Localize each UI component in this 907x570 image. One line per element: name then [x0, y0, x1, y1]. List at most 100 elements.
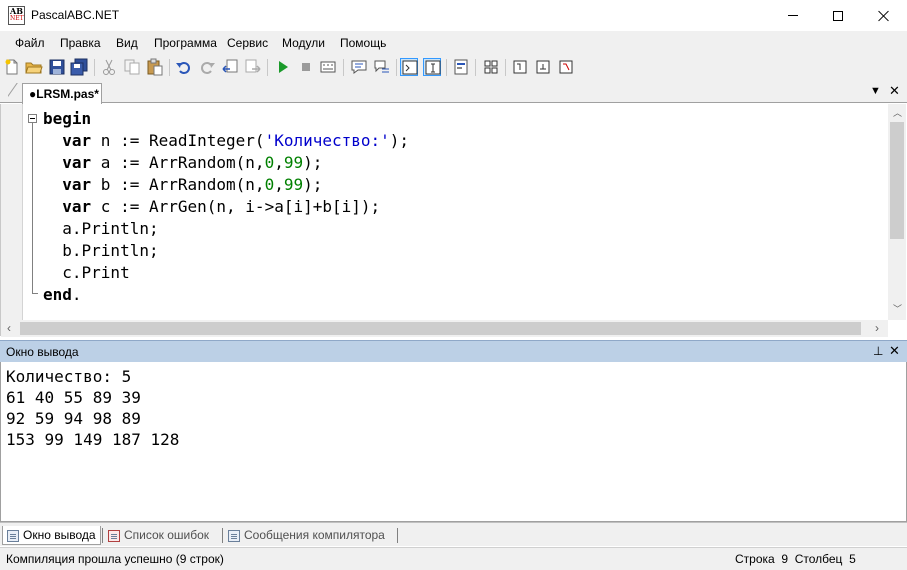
- form-designer-button[interactable]: [452, 58, 470, 76]
- toolbar-separator: [267, 59, 268, 76]
- code-templates-button[interactable]: [482, 58, 500, 76]
- code-token: a := ArrRandom(n,: [91, 153, 265, 172]
- tab-list-dropdown-icon[interactable]: ▼: [870, 85, 881, 97]
- scroll-up-icon[interactable]: ︿: [893, 108, 902, 118]
- close-tab-icon[interactable]: ✕: [889, 83, 900, 99]
- code-token: 99: [283, 153, 304, 172]
- tab-separator: [222, 528, 223, 543]
- save-all-button[interactable]: [70, 58, 88, 76]
- program-output: Количество: 5 61 40 55 89 39 92 59 94 98 8…: [6, 366, 179, 450]
- menu-modules[interactable]: Модули: [282, 36, 325, 50]
- new-file-button[interactable]: [3, 58, 21, 76]
- compile-button[interactable]: [319, 58, 337, 76]
- tab-error-list[interactable]: Список ошибок: [104, 526, 213, 545]
- scroll-left-icon[interactable]: ‹: [7, 322, 11, 334]
- comment-icon: [351, 60, 367, 74]
- fold-collapse-icon[interactable]: [28, 114, 37, 123]
- code-editor[interactable]: begin var n := ReadInteger('Количество:'…: [0, 104, 907, 337]
- horizontal-scroll-thumb[interactable]: [20, 322, 861, 335]
- code-token: .: [71, 285, 82, 304]
- code-token: 'Количество:': [264, 131, 390, 150]
- toolbar-separator: [343, 59, 344, 76]
- debug-step-over-button[interactable]: [534, 58, 552, 76]
- save-button[interactable]: [48, 58, 66, 76]
- navigate-forward-button[interactable]: [244, 58, 262, 76]
- copy-button[interactable]: [123, 58, 141, 76]
- compile-status: Компиляция прошла успешно (9 строк): [6, 552, 224, 566]
- maximize-button[interactable]: [815, 0, 861, 31]
- text-cursor-icon: [425, 60, 441, 75]
- toolbar-separator: [475, 59, 476, 76]
- navigate-back-button[interactable]: [221, 58, 239, 76]
- undo-icon: [176, 62, 190, 74]
- output-line: 61 40 55 89 39: [6, 388, 141, 407]
- text-editor-toggle[interactable]: [423, 58, 441, 76]
- menu-program[interactable]: Программа: [154, 36, 217, 50]
- output-line: 153 99 149 187 128: [6, 430, 180, 449]
- vertical-scroll-thumb[interactable]: [890, 122, 904, 239]
- code-line: a.Println;: [43, 218, 409, 240]
- code-token: 0: [264, 153, 275, 172]
- source-code[interactable]: begin var n := ReadInteger('Количество:'…: [43, 108, 409, 306]
- pin-icon[interactable]: ⊥: [873, 344, 883, 358]
- undo-button[interactable]: [175, 58, 193, 76]
- code-token: 99: [283, 175, 304, 194]
- console-icon: [402, 60, 418, 75]
- paste-button[interactable]: [146, 58, 164, 76]
- scroll-down-icon[interactable]: ﹀: [893, 304, 902, 314]
- redo-button[interactable]: [198, 58, 216, 76]
- output-panel-title: Окно вывода: [6, 345, 79, 359]
- code-token: ,: [274, 175, 284, 194]
- menu-service[interactable]: Сервис: [227, 36, 268, 50]
- document-tab-strip: ●LRSM.pas* ▼ ✕: [0, 80, 907, 104]
- code-line: var c := ArrGen(n, i->a[i]+b[i]);: [43, 196, 409, 218]
- run-button[interactable]: [274, 58, 292, 76]
- code-token: );: [303, 153, 323, 172]
- scroll-right-icon[interactable]: ›: [875, 322, 879, 334]
- editor-horizontal-scrollbar[interactable]: ‹ ›: [1, 320, 888, 337]
- output-line: 92 59 94 98 89: [6, 409, 141, 428]
- status-bar: Компиляция прошла успешно (9 строк) Стро…: [0, 547, 907, 570]
- tab-lrsm-pas[interactable]: ●LRSM.pas*: [22, 83, 102, 104]
- tab-separator: [397, 528, 398, 543]
- new-file-icon: [5, 59, 18, 75]
- output-window-icon: [7, 530, 19, 542]
- tab-separator: [102, 528, 103, 543]
- code-token: c := ArrGen(n, i->a[i]+b[i]);: [91, 197, 381, 216]
- output-panel[interactable]: Количество: 5 61 40 55 89 39 92 59 94 98 8…: [0, 362, 907, 522]
- copy-icon: [124, 59, 140, 75]
- tab-output-window[interactable]: Окно вывода: [2, 526, 101, 545]
- compile-icon: [320, 61, 336, 73]
- menu-file[interactable]: Файл: [15, 36, 45, 50]
- code-token: b := ArrRandom(n,: [91, 175, 265, 194]
- editor-vertical-scrollbar[interactable]: ︿ ﹀: [888, 104, 906, 320]
- run-icon: [279, 61, 288, 73]
- cut-icon: [103, 59, 115, 75]
- comment-button[interactable]: [350, 58, 368, 76]
- compiler-messages-icon: [228, 530, 240, 542]
- menu-view[interactable]: Вид: [116, 36, 138, 50]
- debug-step-into-button[interactable]: [511, 58, 529, 76]
- tab-compiler-messages[interactable]: Сообщения компилятора: [224, 526, 389, 545]
- step-into-icon: [513, 60, 527, 74]
- redo-icon: [201, 62, 215, 74]
- cut-button[interactable]: [100, 58, 118, 76]
- output-window-toggle[interactable]: [400, 58, 418, 76]
- error-list-icon: [108, 530, 120, 542]
- code-token: n := ReadInteger(: [91, 131, 265, 150]
- menu-help[interactable]: Помощь: [340, 36, 386, 50]
- debug-step-out-button[interactable]: [557, 58, 575, 76]
- app-logo-icon: AB NET: [8, 6, 25, 25]
- minimize-button[interactable]: [770, 0, 816, 31]
- minimize-icon: [788, 15, 798, 16]
- stop-icon: [302, 63, 310, 71]
- uncomment-button[interactable]: [373, 58, 391, 76]
- toolbar-separator: [94, 59, 95, 76]
- menu-edit[interactable]: Правка: [60, 36, 101, 50]
- code-line: var n := ReadInteger('Количество:');: [43, 130, 409, 152]
- stop-button[interactable]: [297, 58, 315, 76]
- close-button[interactable]: [861, 0, 907, 31]
- open-file-button[interactable]: [25, 58, 43, 76]
- close-output-icon[interactable]: ✕: [889, 343, 900, 359]
